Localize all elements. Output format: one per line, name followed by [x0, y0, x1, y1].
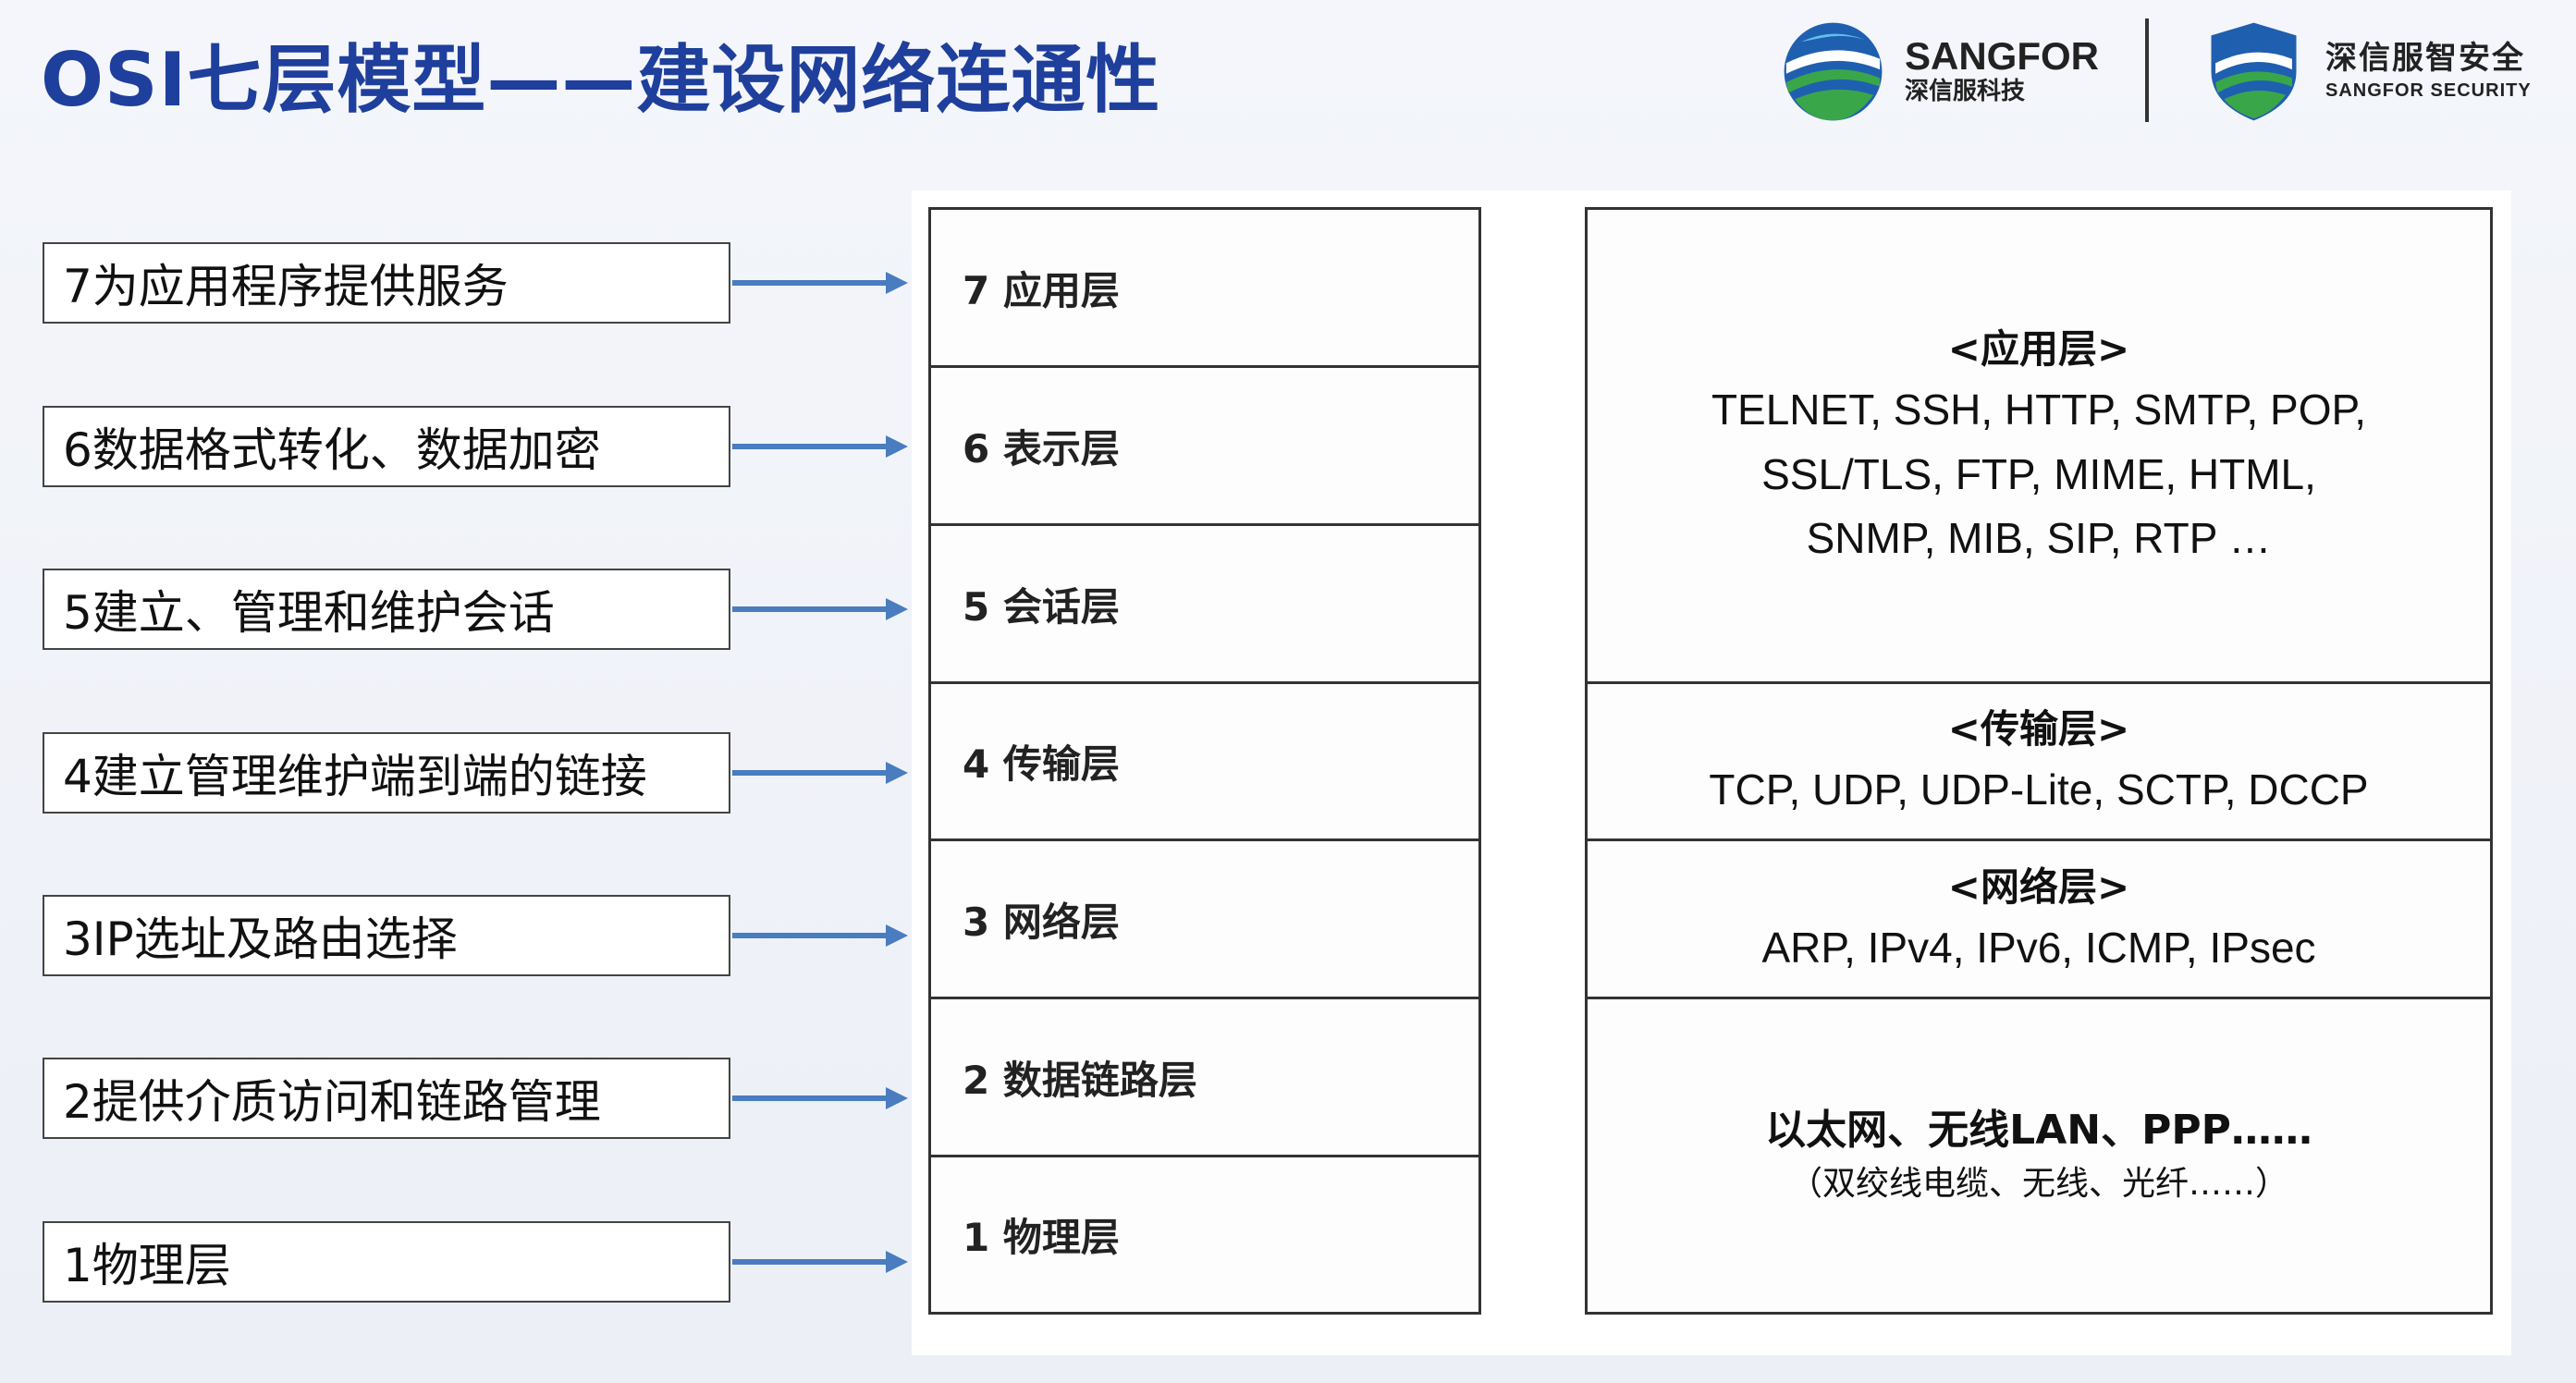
protocol-line: ARP, IPv4, IPv6, ICMP, IPsec	[1761, 923, 2316, 972]
layer-cell-5: 5 会话层	[931, 526, 1478, 684]
protocol-heading-network: <网络层>	[1947, 863, 2130, 910]
arrow-right-icon	[732, 435, 908, 458]
arrow-right-icon	[732, 1087, 908, 1109]
slide: OSI七层模型——建设网络连通性 SANGFOR 深信服科技 深信服智安全 SA…	[0, 0, 2576, 1383]
desc-layer-6: 6数据格式转化、数据加密	[43, 406, 730, 487]
arrow-right-icon	[732, 924, 908, 947]
protocol-line: TELNET, SSH, HTTP, SMTP, POP,	[1711, 385, 2367, 434]
osi-layer-column: 7 应用层 6 表示层 5 会话层 4 传输层 3 网络层 2 数据链路层 1 …	[928, 207, 1481, 1315]
logo-divider	[2145, 18, 2149, 122]
desc-layer-3: 3IP选址及路由选择	[43, 895, 730, 976]
protocol-heading-transport: <传输层>	[1947, 706, 2130, 753]
protocol-link-note: （双绞线电缆、无线、光纤……）	[1788, 1164, 2288, 1203]
security-shield-icon	[2211, 22, 2297, 121]
arrow-right-icon	[732, 1251, 908, 1273]
page-title: OSI七层模型——建设网络连通性	[41, 37, 1161, 123]
sangfor-brand-en: SANGFOR	[1905, 33, 2099, 78]
arrow-right-icon	[732, 272, 908, 294]
protocol-heading-application: <应用层>	[1947, 325, 2130, 372]
layer-cell-7: 7 应用层	[931, 210, 1478, 368]
protocol-section-application: <应用层> TELNET, SSH, HTTP, SMTP, POP, SSL/…	[1588, 210, 2490, 684]
layer-cell-3: 3 网络层	[931, 841, 1478, 999]
arrow-right-icon	[732, 598, 908, 620]
layer-cell-6: 6 表示层	[931, 368, 1478, 526]
protocol-line: TCP, UDP, UDP-Lite, SCTP, DCCP	[1709, 765, 2369, 814]
desc-layer-4: 4建立管理维护端到端的链接	[43, 732, 730, 814]
desc-layer-5: 5建立、管理和维护会话	[43, 569, 730, 650]
layer-cell-2: 2 数据链路层	[931, 999, 1478, 1157]
security-brand-en: SANGFOR SECURITY	[2325, 80, 2532, 101]
arrow-right-icon	[732, 762, 908, 784]
desc-layer-7: 7为应用程序提供服务	[43, 242, 730, 324]
protocol-section-transport: <传输层> TCP, UDP, UDP-Lite, SCTP, DCCP	[1588, 684, 2490, 841]
protocol-column: <应用层> TELNET, SSH, HTTP, SMTP, POP, SSL/…	[1585, 207, 2493, 1315]
protocol-line: SSL/TLS, FTP, MIME, HTML,	[1761, 449, 2316, 498]
sangfor-globe-icon	[1784, 22, 1883, 121]
protocol-section-link: 以太网、无线LAN、PPP…… （双绞线电缆、无线、光纤……）	[1588, 999, 2490, 1312]
sangfor-security-logo: 深信服智安全 SANGFOR SECURITY	[2201, 18, 2532, 125]
protocol-section-network: <网络层> ARP, IPv4, IPv6, ICMP, IPsec	[1588, 841, 2490, 999]
desc-layer-1: 1物理层	[43, 1221, 730, 1303]
layer-cell-1: 1 物理层	[963, 1215, 1120, 1260]
security-brand-cn: 深信服智安全	[2325, 40, 2525, 78]
protocol-line: SNMP, MIB, SIP, RTP …	[1806, 514, 2272, 563]
desc-layer-2: 2提供介质访问和链路管理	[43, 1058, 730, 1139]
layer-cell-4: 4 传输层	[931, 684, 1478, 841]
protocol-link-main: 以太网、无线LAN、PPP……	[1765, 1107, 2312, 1155]
sangfor-logo: SANGFOR 深信服科技	[1780, 18, 2099, 125]
sangfor-brand-cn: 深信服科技	[1905, 77, 2026, 105]
